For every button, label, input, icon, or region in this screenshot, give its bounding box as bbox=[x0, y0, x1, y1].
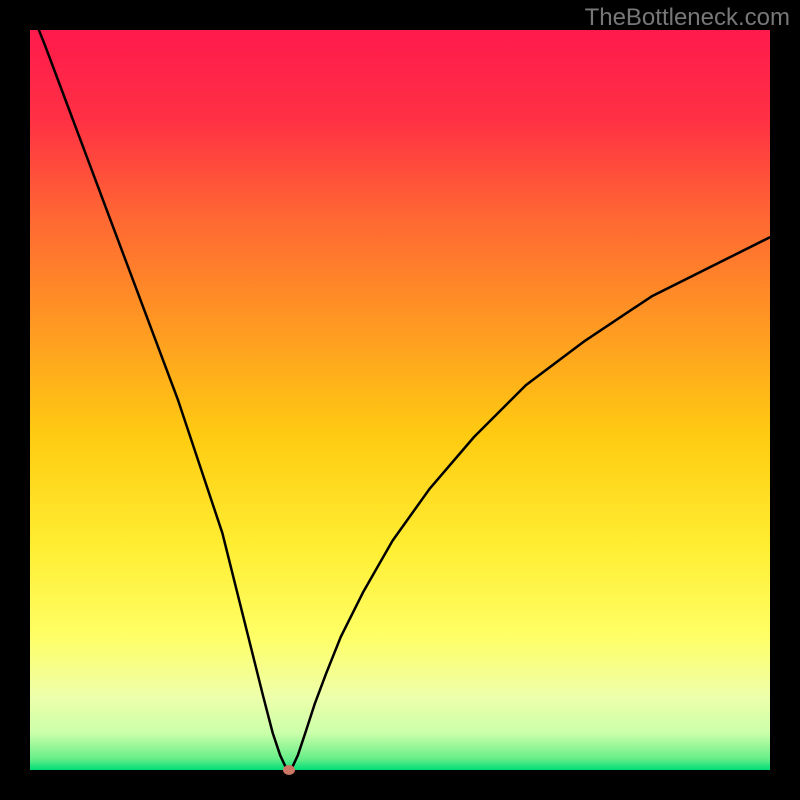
watermark-text: TheBottleneck.com bbox=[585, 4, 790, 32]
bottleneck-chart bbox=[0, 0, 800, 800]
plot-background bbox=[30, 30, 770, 770]
chart-container: TheBottleneck.com bbox=[0, 0, 800, 800]
optimal-point-marker bbox=[283, 765, 295, 775]
